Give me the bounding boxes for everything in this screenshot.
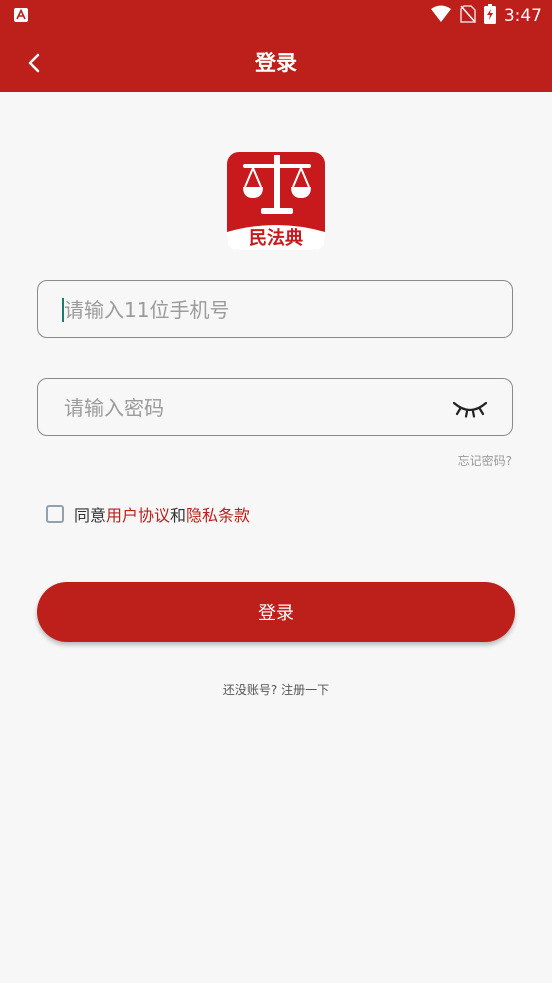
agreement-row: 同意 用户协议 和 隐私条款	[46, 502, 250, 526]
no-sim-icon	[460, 5, 476, 27]
wifi-icon	[430, 5, 452, 27]
register-link[interactable]: 还没账号? 注册一下	[0, 681, 552, 698]
password-input[interactable]	[62, 379, 446, 437]
text-cursor	[62, 298, 64, 322]
app-bar: 登录	[0, 32, 552, 92]
clock: 3:47	[503, 6, 542, 26]
phone-input[interactable]	[62, 281, 446, 339]
login-button[interactable]: 登录	[37, 582, 515, 642]
agreement-checkbox[interactable]	[46, 505, 64, 523]
battery-charging-icon	[483, 4, 496, 28]
app-logo: 民法典	[227, 152, 325, 250]
agreement-prefix: 同意	[74, 506, 107, 525]
agreement-conjunction: 和	[170, 506, 187, 525]
user-agreement-link[interactable]: 用户协议	[106, 502, 170, 526]
privacy-policy-link[interactable]: 隐私条款	[186, 502, 250, 526]
phone-field[interactable]	[37, 280, 513, 339]
forgot-password-link[interactable]: 忘记密码?	[458, 452, 512, 469]
svg-text:民法典: 民法典	[249, 227, 303, 249]
password-field[interactable]	[37, 378, 513, 437]
eye-closed-icon[interactable]	[452, 397, 488, 419]
status-bar: 3:47	[0, 0, 552, 32]
page-title: 登录	[255, 51, 297, 75]
app-notification-icon	[14, 7, 28, 26]
